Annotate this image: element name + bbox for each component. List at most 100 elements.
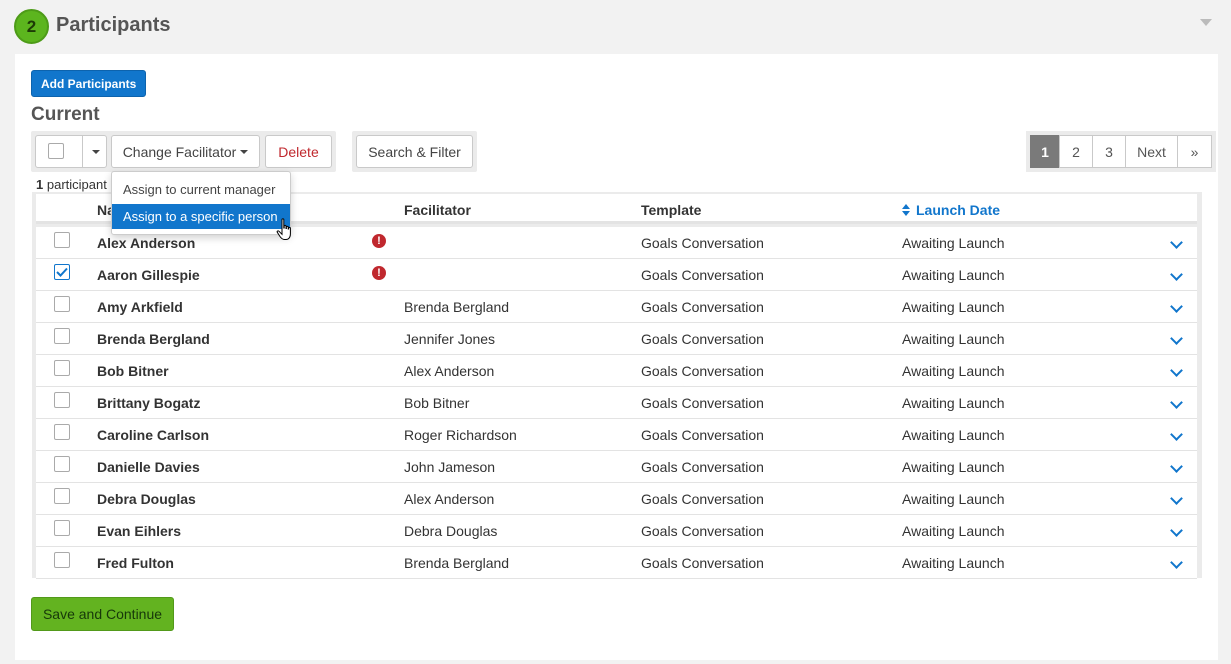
column-header-launch-date[interactable]: Launch Date: [902, 202, 1000, 218]
chevron-down-icon[interactable]: [1170, 300, 1183, 313]
row-launch-status: Awaiting Launch: [902, 299, 1005, 315]
row-launch-status: Awaiting Launch: [902, 395, 1005, 411]
row-template: Goals Conversation: [641, 491, 764, 507]
page-3-button[interactable]: 3: [1092, 135, 1126, 168]
next-page-button[interactable]: Next: [1125, 135, 1178, 168]
change-facilitator-label: Change Facilitator: [122, 143, 237, 160]
chevron-down-icon[interactable]: [1170, 236, 1183, 249]
change-facilitator-button[interactable]: Change Facilitator: [111, 135, 260, 168]
row-template: Goals Conversation: [641, 555, 764, 571]
last-page-button[interactable]: »: [1177, 135, 1212, 168]
row-facilitator: Jennifer Jones: [404, 331, 496, 347]
row-facilitator: Alex Anderson: [404, 491, 495, 507]
row-name: Aaron Gillespie: [97, 267, 200, 283]
row-template: Goals Conversation: [641, 395, 764, 411]
row-template: Goals Conversation: [641, 523, 764, 539]
row-name: Caroline Carlson: [97, 427, 210, 443]
row-name: Brittany Bogatz: [97, 395, 201, 411]
row-launch-status: Awaiting Launch: [902, 331, 1005, 347]
page-1-button[interactable]: 1: [1030, 135, 1060, 168]
row-facilitator: Brenda Bergland: [404, 555, 510, 571]
row-facilitator: Alex Anderson: [404, 363, 495, 379]
step-number-badge: 2: [14, 9, 49, 44]
select-all-dropdown[interactable]: [35, 135, 107, 168]
row-checkbox[interactable]: [54, 456, 70, 472]
row-checkbox[interactable]: [54, 520, 70, 536]
row-launch-status: Awaiting Launch: [902, 363, 1005, 379]
column-header-template[interactable]: Template: [641, 202, 701, 218]
table-row[interactable]: Aaron Gillespie Goals Conversation Awaitin…: [36, 259, 1197, 291]
chevron-down-icon[interactable]: [1170, 428, 1183, 441]
row-facilitator: Roger Richardson: [404, 427, 517, 443]
table-row[interactable]: Danielle Davies John Jameson Goals Convers…: [36, 451, 1197, 483]
table-row[interactable]: Evan Eihlers Debra Douglas Goals Conversat…: [36, 515, 1197, 547]
row-launch-status: Awaiting Launch: [902, 427, 1005, 443]
row-name: Evan Eihlers: [97, 523, 182, 539]
row-launch-status: Awaiting Launch: [902, 491, 1005, 507]
row-checkbox[interactable]: [54, 392, 70, 408]
row-checkbox[interactable]: [54, 264, 70, 280]
current-heading: Current: [31, 104, 100, 125]
row-checkbox[interactable]: [54, 296, 70, 312]
page-2-button[interactable]: 2: [1059, 135, 1093, 168]
pagination: 1 2 3 Next »: [1026, 131, 1216, 172]
chevron-down-icon[interactable]: [1170, 364, 1183, 377]
menu-item-assign-specific-person[interactable]: Assign to a specific person: [112, 204, 290, 229]
select-all-checkbox[interactable]: [48, 143, 64, 159]
row-template: Goals Conversation: [641, 363, 764, 379]
table-row[interactable]: Debra Douglas Alex Anderson Goals Conversa…: [36, 483, 1197, 515]
add-participants-button[interactable]: Add Participants: [31, 70, 147, 97]
row-template: Goals Conversation: [641, 331, 764, 347]
table-row[interactable]: Bob Bitner Alex Anderson Goals Conversatio…: [36, 355, 1197, 387]
selected-count: 1 participant: [36, 177, 107, 192]
menu-item-assign-current-manager[interactable]: Assign to current manager: [112, 177, 290, 202]
table-row[interactable]: Caroline Carlson Roger Richardson Goals Co…: [36, 419, 1197, 451]
row-template: Goals Conversation: [641, 299, 764, 315]
row-checkbox[interactable]: [54, 232, 70, 248]
row-name: Alex Anderson: [97, 235, 196, 251]
row-template: Goals Conversation: [641, 459, 764, 475]
delete-button[interactable]: Delete: [265, 135, 332, 168]
table-row[interactable]: Fred Fulton Brenda Bergland Goals Conversa…: [36, 547, 1197, 579]
selected-count-label: participant: [46, 177, 107, 192]
section-header[interactable]: 2 Participants: [0, 0, 1231, 54]
participants-card: Add Participants Current Change Facilita…: [15, 54, 1218, 660]
change-facilitator-caret-icon: [240, 149, 249, 154]
chevron-down-icon[interactable]: [1170, 492, 1183, 505]
select-all-caret-icon[interactable]: [92, 150, 100, 154]
search-filter-button[interactable]: Search & Filter: [356, 135, 473, 168]
table-row[interactable]: Brittany Bogatz Bob Bitner Goals Conversat…: [36, 387, 1197, 419]
row-template: Goals Conversation: [641, 267, 764, 283]
exclamation-circle-icon: !: [372, 266, 386, 280]
chevron-down-icon[interactable]: [1170, 524, 1183, 537]
search-filter-group: Search & Filter: [352, 131, 477, 172]
row-checkbox[interactable]: [54, 424, 70, 440]
chevron-down-icon[interactable]: [1170, 396, 1183, 409]
hand-pointer-cursor-icon: [276, 218, 291, 240]
row-name: Debra Douglas: [97, 491, 196, 507]
row-name: Brenda Bergland: [97, 331, 210, 347]
row-checkbox[interactable]: [54, 360, 70, 376]
save-and-continue-button[interactable]: Save and Continue: [31, 597, 174, 631]
column-header-facilitator[interactable]: Facilitator: [404, 202, 471, 218]
row-facilitator: Debra Douglas: [404, 523, 498, 539]
table-row[interactable]: Amy Arkfield Brenda Bergland Goals Convers…: [36, 291, 1197, 323]
sort-icon: [902, 204, 910, 217]
row-checkbox[interactable]: [54, 552, 70, 568]
row-facilitator: Bob Bitner: [404, 395, 470, 411]
collapse-caret-icon[interactable]: [1200, 19, 1212, 26]
row-launch-status: Awaiting Launch: [902, 459, 1005, 475]
row-checkbox[interactable]: [54, 328, 70, 344]
chevron-down-icon[interactable]: [1170, 332, 1183, 345]
bulk-actions-toolbar: Change Facilitator Delete: [31, 131, 336, 172]
checkmark-icon: [56, 267, 68, 277]
change-facilitator-menu: Assign to current manager Assign to a sp…: [111, 171, 291, 235]
chevron-down-icon[interactable]: [1170, 556, 1183, 569]
selected-count-number: 1: [36, 177, 44, 192]
row-name: Amy Arkfield: [97, 299, 183, 315]
row-checkbox[interactable]: [54, 488, 70, 504]
chevron-down-icon[interactable]: [1170, 460, 1183, 473]
table-row[interactable]: Brenda Bergland Jennifer Jones Goals Conve…: [36, 323, 1197, 355]
chevron-down-icon[interactable]: [1170, 268, 1183, 281]
split-divider: [82, 136, 83, 167]
